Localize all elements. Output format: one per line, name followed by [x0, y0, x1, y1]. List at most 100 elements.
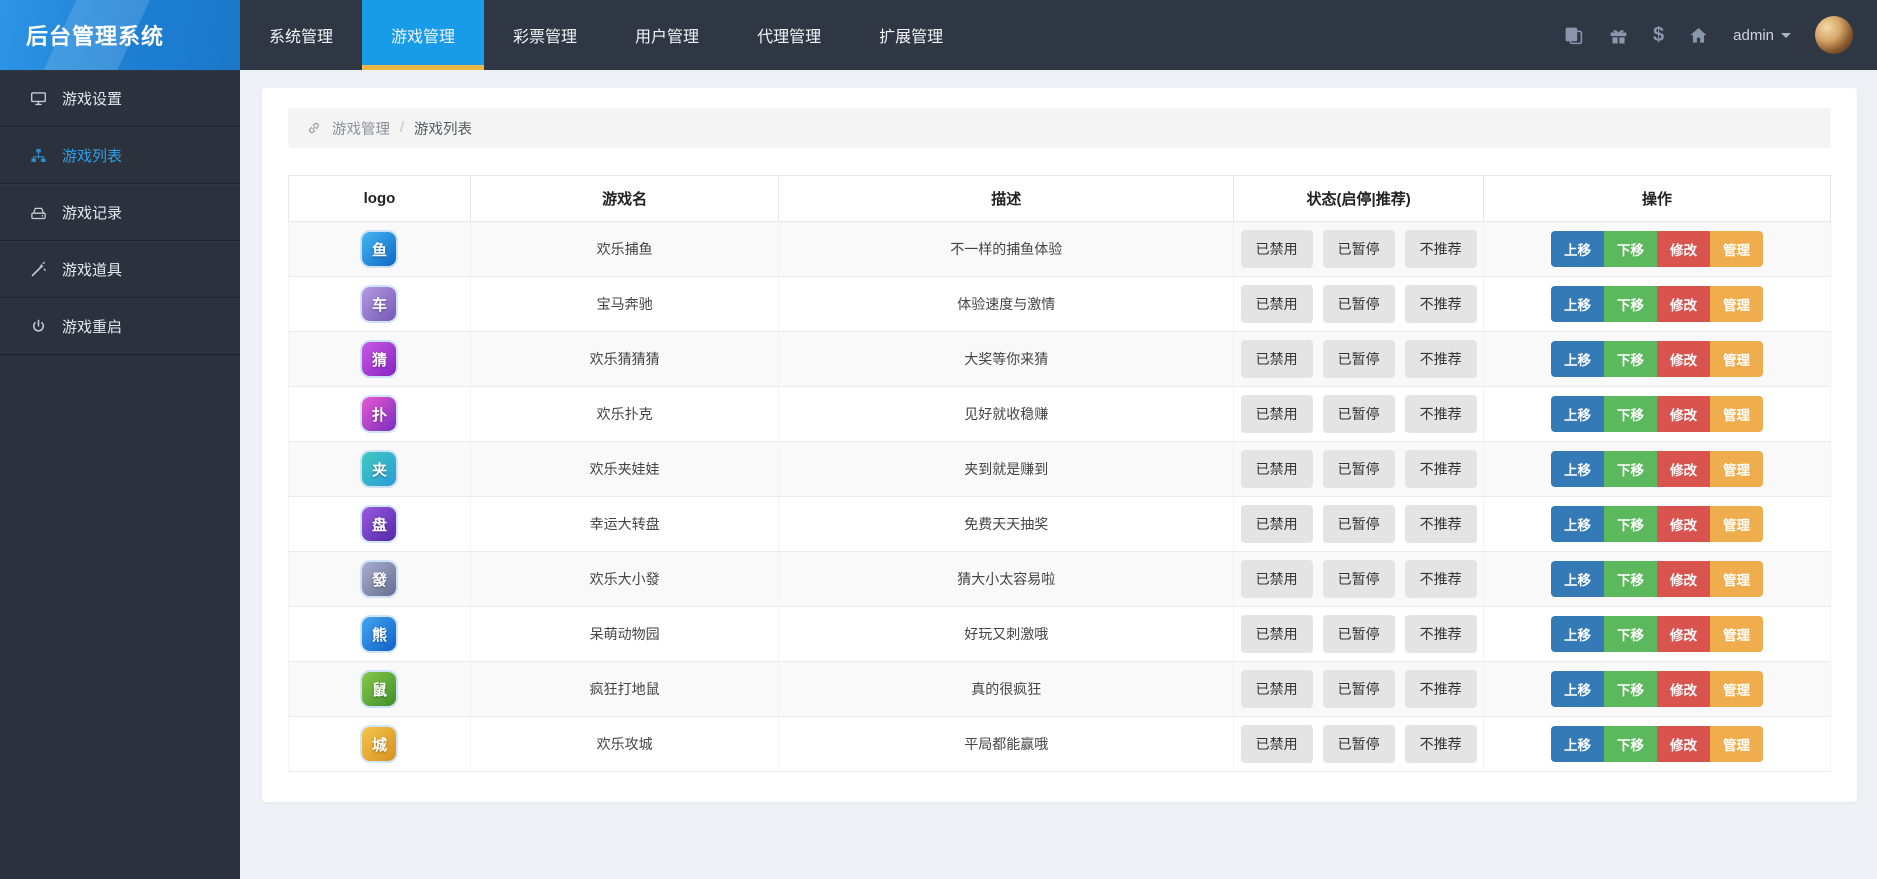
move-up-button[interactable]: 上移	[1551, 616, 1604, 652]
status-notrecommend-button[interactable]: 不推荐	[1404, 725, 1477, 763]
move-up-button[interactable]: 上移	[1551, 231, 1604, 267]
move-down-button[interactable]: 下移	[1604, 561, 1657, 597]
table-row: 鼠 疯狂打地鼠 真的很疯狂 已禁用 已暂停 不推荐 上移 下移 修改 管理	[288, 661, 1831, 717]
manage-button[interactable]: 管理	[1710, 616, 1763, 652]
status-notrecommend-button[interactable]: 不推荐	[1404, 285, 1477, 323]
status-cell: 已禁用 已暂停 不推荐	[1233, 661, 1485, 717]
status-paused-button[interactable]: 已暂停	[1322, 560, 1395, 598]
sidebar-item[interactable]: 游戏道具	[0, 241, 240, 298]
status-paused-button[interactable]: 已暂停	[1322, 450, 1395, 488]
move-up-button[interactable]: 上移	[1551, 396, 1604, 432]
status-disabled-button[interactable]: 已禁用	[1240, 615, 1313, 653]
status-notrecommend-button[interactable]: 不推荐	[1404, 450, 1477, 488]
sidebar-item[interactable]: 游戏记录	[0, 184, 240, 241]
copy-icon[interactable]	[1563, 25, 1584, 46]
move-down-button[interactable]: 下移	[1604, 396, 1657, 432]
edit-button[interactable]: 修改	[1657, 396, 1710, 432]
move-up-button[interactable]: 上移	[1551, 341, 1604, 377]
status-disabled-button[interactable]: 已禁用	[1240, 670, 1313, 708]
gift-icon[interactable]	[1608, 25, 1629, 46]
edit-button[interactable]: 修改	[1657, 561, 1710, 597]
move-down-button[interactable]: 下移	[1604, 341, 1657, 377]
status-paused-button[interactable]: 已暂停	[1322, 615, 1395, 653]
status-notrecommend-button[interactable]: 不推荐	[1404, 340, 1477, 378]
status-disabled-button[interactable]: 已禁用	[1240, 340, 1313, 378]
status-disabled-button[interactable]: 已禁用	[1240, 725, 1313, 763]
breadcrumb-current: 游戏列表	[414, 121, 473, 138]
user-avatar[interactable]	[1815, 16, 1853, 54]
chevron-down-icon	[1781, 32, 1791, 38]
status-notrecommend-button[interactable]: 不推荐	[1404, 560, 1477, 598]
status-notrecommend-button[interactable]: 不推荐	[1404, 505, 1477, 543]
manage-button[interactable]: 管理	[1710, 286, 1763, 322]
sidebar-item[interactable]: 游戏列表	[0, 127, 240, 184]
edit-button[interactable]: 修改	[1657, 341, 1710, 377]
manage-button[interactable]: 管理	[1710, 726, 1763, 762]
status-paused-button[interactable]: 已暂停	[1322, 285, 1395, 323]
move-down-button[interactable]: 下移	[1604, 286, 1657, 322]
move-down-button[interactable]: 下移	[1604, 726, 1657, 762]
status-paused-button[interactable]: 已暂停	[1322, 395, 1395, 433]
status-cell: 已禁用 已暂停 不推荐	[1233, 716, 1485, 772]
status-disabled-button[interactable]: 已禁用	[1240, 285, 1313, 323]
move-up-button[interactable]: 上移	[1551, 561, 1604, 597]
top-nav-item[interactable]: 扩展管理	[850, 0, 972, 70]
manage-button[interactable]: 管理	[1710, 506, 1763, 542]
actions-cell: 上移 下移 修改 管理	[1483, 441, 1831, 497]
edit-button[interactable]: 修改	[1657, 726, 1710, 762]
move-down-button[interactable]: 下移	[1604, 451, 1657, 487]
edit-button[interactable]: 修改	[1657, 231, 1710, 267]
actions-cell: 上移 下移 修改 管理	[1483, 496, 1831, 552]
manage-button[interactable]: 管理	[1710, 671, 1763, 707]
edit-button[interactable]: 修改	[1657, 451, 1710, 487]
move-up-button[interactable]: 上移	[1551, 286, 1604, 322]
status-notrecommend-button[interactable]: 不推荐	[1404, 615, 1477, 653]
status-notrecommend-button[interactable]: 不推荐	[1404, 230, 1477, 268]
manage-button[interactable]: 管理	[1710, 561, 1763, 597]
move-up-button[interactable]: 上移	[1551, 506, 1604, 542]
status-disabled-button[interactable]: 已禁用	[1240, 450, 1313, 488]
top-nav-item[interactable]: 游戏管理	[362, 0, 485, 70]
top-nav-item[interactable]: 彩票管理	[484, 0, 606, 70]
manage-button[interactable]: 管理	[1710, 451, 1763, 487]
status-disabled-button[interactable]: 已禁用	[1240, 560, 1313, 598]
move-down-button[interactable]: 下移	[1604, 506, 1657, 542]
sidebar-item[interactable]: 游戏重启	[0, 298, 240, 355]
status-paused-button[interactable]: 已暂停	[1322, 505, 1395, 543]
sidebar-item[interactable]: 游戏设置	[0, 70, 240, 127]
status-disabled-button[interactable]: 已禁用	[1240, 395, 1313, 433]
game-logo-icon: 夹	[362, 452, 397, 486]
edit-button[interactable]: 修改	[1657, 671, 1710, 707]
status-notrecommend-button[interactable]: 不推荐	[1404, 395, 1477, 433]
user-menu[interactable]: admin	[1733, 27, 1791, 44]
main-content: 游戏管理 / 游戏列表 logo 游戏名 描述 状态(启停|推荐) 操作 鱼欢乐…	[240, 70, 1877, 879]
top-nav-item[interactable]: 用户管理	[606, 0, 728, 70]
status-cell: 已禁用 已暂停 不推荐	[1233, 551, 1485, 607]
move-up-button[interactable]: 上移	[1551, 726, 1604, 762]
home-icon[interactable]	[1688, 25, 1709, 46]
status-notrecommend-button[interactable]: 不推荐	[1404, 670, 1477, 708]
manage-button[interactable]: 管理	[1710, 396, 1763, 432]
manage-button[interactable]: 管理	[1710, 341, 1763, 377]
status-paused-button[interactable]: 已暂停	[1322, 340, 1395, 378]
status-paused-button[interactable]: 已暂停	[1322, 670, 1395, 708]
move-up-button[interactable]: 上移	[1551, 451, 1604, 487]
move-down-button[interactable]: 下移	[1604, 231, 1657, 267]
actions-cell: 上移 下移 修改 管理	[1483, 331, 1831, 387]
breadcrumb-parent[interactable]: 游戏管理	[332, 118, 390, 139]
top-nav-item[interactable]: 代理管理	[728, 0, 850, 70]
manage-button[interactable]: 管理	[1710, 231, 1763, 267]
move-down-button[interactable]: 下移	[1604, 671, 1657, 707]
status-disabled-button[interactable]: 已禁用	[1240, 505, 1313, 543]
move-up-button[interactable]: 上移	[1551, 671, 1604, 707]
edit-button[interactable]: 修改	[1657, 286, 1710, 322]
dollar-icon[interactable]: $	[1653, 24, 1664, 46]
status-paused-button[interactable]: 已暂停	[1322, 230, 1395, 268]
status-paused-button[interactable]: 已暂停	[1322, 725, 1395, 763]
edit-button[interactable]: 修改	[1657, 506, 1710, 542]
move-down-button[interactable]: 下移	[1604, 616, 1657, 652]
top-nav-item[interactable]: 系统管理	[240, 0, 362, 70]
table-row: 發 欢乐大小發 猜大小太容易啦 已禁用 已暂停 不推荐 上移 下移 修改 管理	[288, 551, 1831, 607]
status-disabled-button[interactable]: 已禁用	[1240, 230, 1313, 268]
edit-button[interactable]: 修改	[1657, 616, 1710, 652]
